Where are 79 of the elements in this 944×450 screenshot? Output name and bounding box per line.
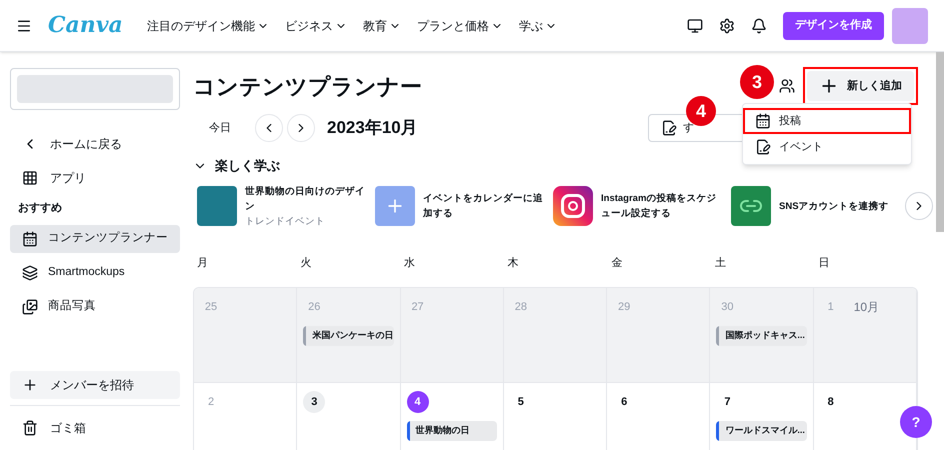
day-number: 4 (406, 391, 429, 413)
weekday-label: 月 (196, 256, 209, 270)
edit-list-icon (755, 139, 771, 155)
today-button[interactable]: 今日 (193, 120, 247, 136)
day-number: 25 (204, 300, 218, 315)
card-title[interactable]: イベントをカレンダーに追加する (423, 191, 547, 221)
invite-members-button[interactable]: メンバーを招待 (10, 371, 180, 399)
people-icon[interactable] (779, 78, 795, 94)
sidebar-item[interactable]: コンテンツプランナー (10, 224, 180, 252)
event-chip[interactable]: 世界動物の日 (406, 421, 497, 441)
monitor-icon[interactable] (687, 18, 703, 34)
settings-icon[interactable] (719, 18, 735, 34)
sidebar-item[interactable]: Smartmockups (10, 258, 180, 286)
bell-icon[interactable] (751, 18, 767, 34)
day-cell[interactable]: 30 国際ポッドキャス... (710, 288, 814, 382)
calendar-icon (755, 113, 771, 129)
camera-icon (553, 186, 593, 226)
day-number: 1 (826, 300, 835, 315)
day-number: 29 (617, 300, 632, 315)
event-title: ワールドスマイル... (725, 424, 805, 438)
section-label: おすすめ (17, 201, 63, 216)
day-number: 28 (514, 300, 528, 315)
day-number: 6 (620, 394, 628, 410)
event-chip[interactable]: ワールドスマイル... (716, 421, 807, 441)
nav-menu[interactable]: 教育 (362, 16, 401, 34)
day-number: 2 (206, 394, 216, 410)
weekday-label: 金 (610, 256, 624, 270)
day-number: 3 (303, 391, 326, 413)
page-title: コンテンツプランナー (193, 72, 422, 100)
trash-link[interactable]: ゴミ箱 (10, 414, 180, 442)
grid-icon (22, 170, 38, 186)
help-button[interactable]: ? (900, 406, 932, 438)
apps-link[interactable]: アプリ (10, 164, 180, 192)
day-number: 27 (410, 300, 425, 315)
trash-icon (22, 420, 38, 436)
weekday-label: 日 (817, 256, 830, 270)
sidebar-item[interactable]: 商品写真 (10, 292, 180, 320)
day-number: 5 (516, 394, 525, 410)
day-cell[interactable]: 1 10月 (814, 288, 917, 382)
card-title[interactable]: Instagramの投稿をスケジュール設定する (601, 191, 725, 221)
edit-list-icon (661, 120, 677, 136)
day-number: 7 (723, 394, 732, 410)
trend-thumbnail (197, 186, 237, 226)
weekday-label: 木 (506, 256, 520, 270)
event-chip[interactable]: 国際ポッドキャス... (716, 326, 807, 346)
section-header[interactable]: 楽しく学ぶ (193, 156, 280, 176)
calendar-icon (22, 230, 38, 246)
layers-icon (22, 264, 38, 280)
month-label: 2023年10月 (327, 117, 418, 140)
create-design-button[interactable]: デザインを作成 (783, 12, 884, 40)
day-cell[interactable]: 4 世界動物の日 (400, 383, 504, 450)
card-title[interactable]: SNSアカウントを連携す (779, 198, 903, 214)
nav-menu[interactable]: プランと価格 (416, 16, 503, 34)
weekday-label: 水 (403, 256, 416, 270)
day-number: 30 (720, 300, 735, 315)
add-new-button[interactable]: 新しく追加 (807, 71, 914, 101)
event-title: 米国パンケーキの日 (312, 329, 394, 342)
day-number: 26 (307, 300, 322, 315)
day-number: 8 (826, 394, 835, 410)
photos-icon (22, 298, 38, 314)
callout-badge: 3 (740, 65, 774, 99)
card-title[interactable]: 世界動物の日向けのデザイン (245, 184, 369, 214)
event-title: 国際ポッドキャス... (725, 329, 805, 342)
event-title: 世界動物の日 (416, 424, 470, 438)
card-subtitle: トレンドイベント (245, 214, 326, 228)
menu-icon[interactable] (16, 18, 32, 34)
nav-menu[interactable]: 学ぶ (518, 16, 557, 34)
nav-menu[interactable]: 注目のデザイン機能 (146, 16, 269, 34)
weekday-label: 火 (300, 256, 313, 270)
back-home-link[interactable]: ホームに戻る (10, 130, 180, 158)
plus-icon (22, 377, 38, 393)
event-chip[interactable]: 米国パンケーキの日 (303, 326, 394, 346)
account-switcher[interactable] (10, 68, 180, 110)
chain-link-icon (731, 186, 771, 226)
weekday-label: 土 (714, 256, 727, 270)
day-cell[interactable]: 26 米国パンケーキの日 (297, 288, 401, 382)
month-marker: 10月 (854, 299, 880, 316)
nav-menu[interactable]: ビジネス (284, 16, 347, 34)
calendar-add-icon (375, 186, 415, 226)
